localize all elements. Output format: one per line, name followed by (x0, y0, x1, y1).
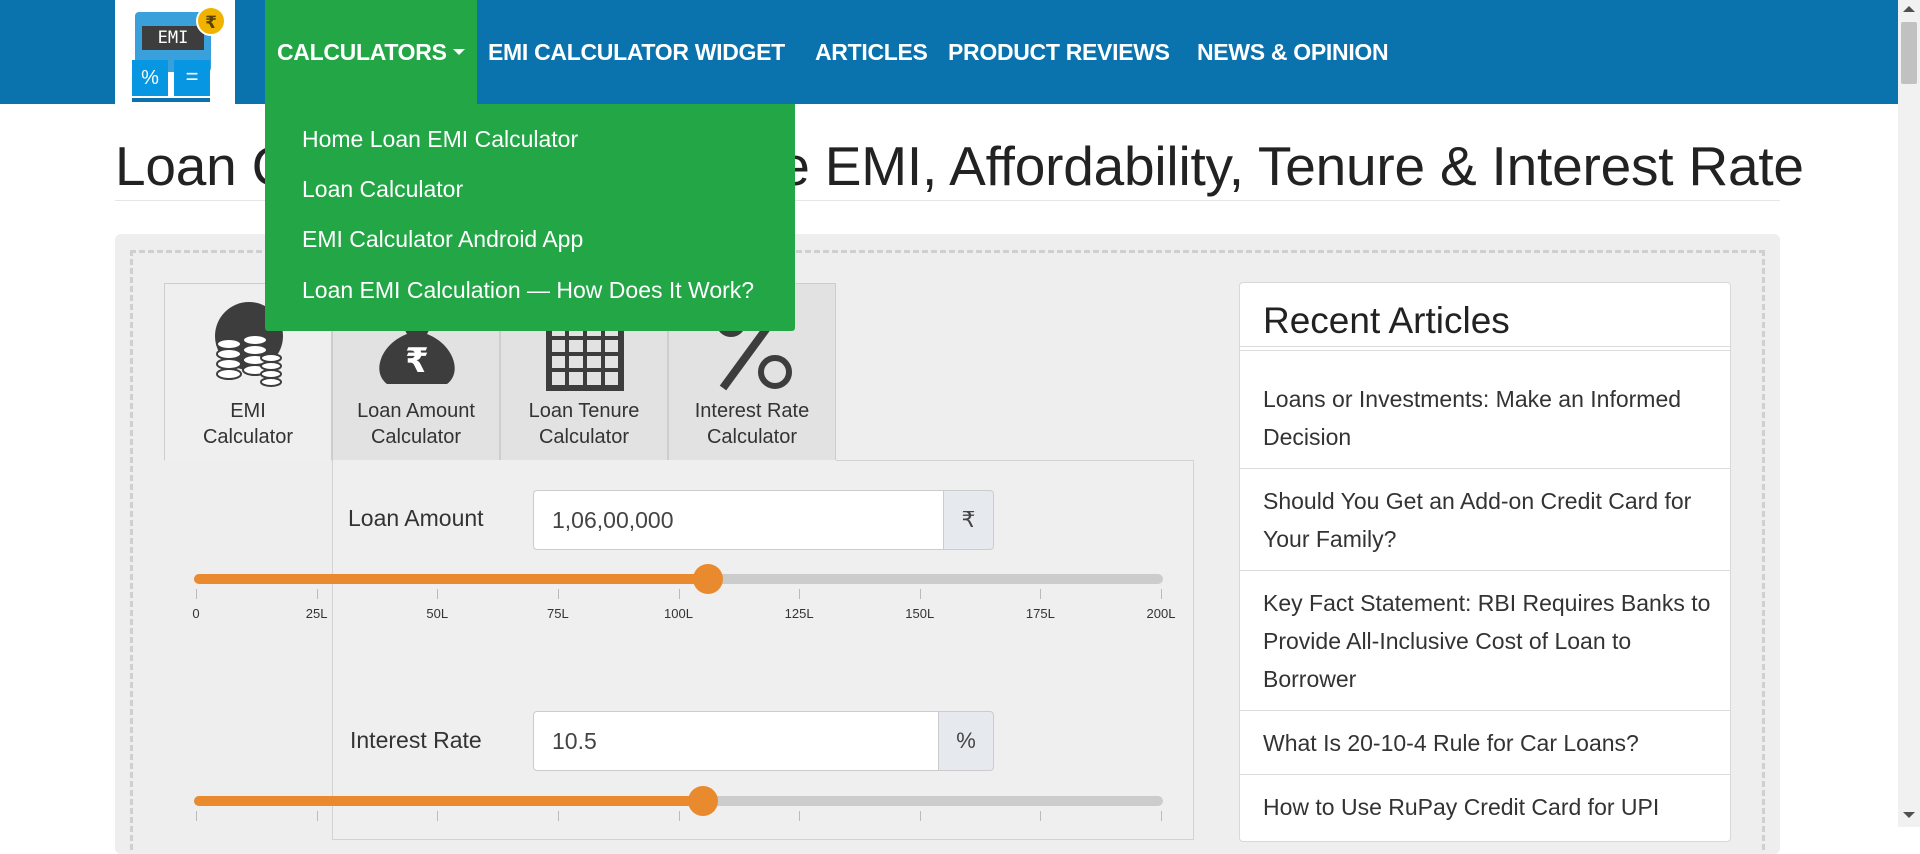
site-logo[interactable]: EMI ₹ % = (115, 0, 235, 120)
interest-rate-slider-fill (194, 796, 703, 806)
sidebar-heading-rule-2 (1240, 350, 1730, 351)
interest-rate-label: Interest Rate (350, 727, 482, 753)
tab-interest-rate-line1: Interest Rate (694, 400, 810, 422)
svg-text:₹: ₹ (405, 341, 429, 381)
percent-addon: % (939, 711, 994, 771)
tab-loan-amount-line1: Loan Amount (357, 400, 475, 422)
article-divider (1240, 468, 1730, 469)
slider-tick (799, 589, 801, 599)
loan-amount-slider-handle[interactable] (692, 564, 723, 594)
logo-equals-key: = (174, 60, 210, 96)
article-divider (1240, 774, 1730, 775)
form-top-border (836, 460, 1194, 461)
slider-tick (316, 811, 318, 821)
article-divider (1240, 570, 1730, 571)
slider-tick-label: 0 (192, 606, 200, 621)
nav-news-opinion[interactable]: NEWS & OPINION (1197, 0, 1389, 104)
article-link[interactable]: Should You Get an Add-on Credit Card for… (1263, 482, 1713, 558)
menu-item-loan-calculator[interactable]: Loan Calculator (302, 176, 463, 203)
slider-tick (557, 589, 559, 599)
slider-tick (678, 811, 680, 821)
loan-amount-input[interactable]: 1,06,00,000 (533, 490, 944, 550)
nav-emi-calculator-widget[interactable]: EMI CALCULATOR WIDGET (488, 0, 785, 104)
loan-amount-label: Loan Amount (348, 505, 484, 531)
scroll-up-icon[interactable] (1903, 6, 1915, 12)
sidebar-heading-rule (1240, 346, 1730, 347)
slider-tick (437, 589, 439, 599)
slider-tick (557, 811, 559, 821)
tab-interest-rate-line2: Calculator (706, 426, 798, 448)
article-divider (1240, 710, 1730, 711)
logo-screen-text: EMI (142, 26, 204, 50)
nav-articles[interactable]: ARTICLES (815, 0, 928, 104)
recent-articles-heading: Recent Articles (1263, 300, 1510, 341)
tab-emi-line1: EMI (230, 400, 266, 422)
slider-tick (799, 811, 801, 821)
tab-loan-tenure-line2: Calculator (538, 426, 630, 448)
slider-tick (196, 589, 197, 599)
article-link[interactable]: How to Use RuPay Credit Card for UPI (1263, 788, 1713, 826)
scroll-down-icon[interactable] (1903, 812, 1915, 818)
page-scrollbar[interactable] (1898, 0, 1920, 827)
menu-item-home-loan-emi[interactable]: Home Loan EMI Calculator (302, 126, 578, 153)
slider-tick-label: 200L (1146, 606, 1176, 621)
logo-percent-key: % (132, 60, 168, 96)
nav-calculators[interactable]: CALCULATORS (265, 0, 477, 104)
slider-tick (196, 811, 197, 821)
slider-tick-label: 150L (905, 606, 935, 621)
nav-calculators-label: CALCULATORS (277, 39, 447, 65)
slider-tick-label: 75L (547, 606, 569, 621)
tab-loan-amount-line2: Calculator (370, 426, 462, 448)
slider-tick-label: 25L (305, 606, 328, 621)
slider-tick (1040, 589, 1042, 599)
slider-tick (1040, 811, 1042, 821)
slider-tick-label: 50L (426, 606, 449, 621)
logo-rupee-badge: ₹ (196, 6, 226, 36)
slider-tick (316, 589, 318, 599)
chevron-down-icon (452, 48, 465, 55)
scrollbar-thumb[interactable] (1901, 22, 1917, 84)
slider-tick (678, 589, 680, 599)
logo-base (132, 98, 210, 102)
slider-tick (919, 589, 921, 599)
rupee-addon: ₹ (944, 490, 994, 550)
slider-tick (1161, 589, 1162, 599)
article-link[interactable]: What Is 20-10-4 Rule for Car Loans? (1263, 724, 1713, 762)
menu-item-android-app[interactable]: EMI Calculator Android App (302, 226, 583, 253)
slider-tick (919, 811, 921, 821)
interest-rate-input[interactable]: 10.5 (533, 711, 939, 771)
calculators-dropdown-menu: Home Loan EMI Calculator Loan Calculator… (265, 104, 795, 331)
tab-emi-line2: Calculator (202, 426, 294, 448)
menu-item-how-emi-works[interactable]: Loan EMI Calculation — How Does It Work? (302, 277, 754, 304)
slider-tick (437, 811, 439, 821)
nav-product-reviews[interactable]: PRODUCT REVIEWS (948, 0, 1170, 104)
slider-tick-label: 175L (1025, 606, 1055, 621)
tab-loan-tenure-line1: Loan Tenure (528, 400, 640, 422)
article-link[interactable]: Loans or Investments: Make an Informed D… (1263, 380, 1713, 456)
slider-tick-label: 125L (784, 606, 814, 621)
loan-amount-slider-fill (194, 574, 708, 584)
slider-tick (1161, 811, 1162, 821)
interest-rate-slider-handle[interactable] (687, 786, 718, 816)
article-link[interactable]: Key Fact Statement: RBI Requires Banks t… (1263, 584, 1713, 698)
slider-tick-label: 100L (664, 606, 693, 621)
